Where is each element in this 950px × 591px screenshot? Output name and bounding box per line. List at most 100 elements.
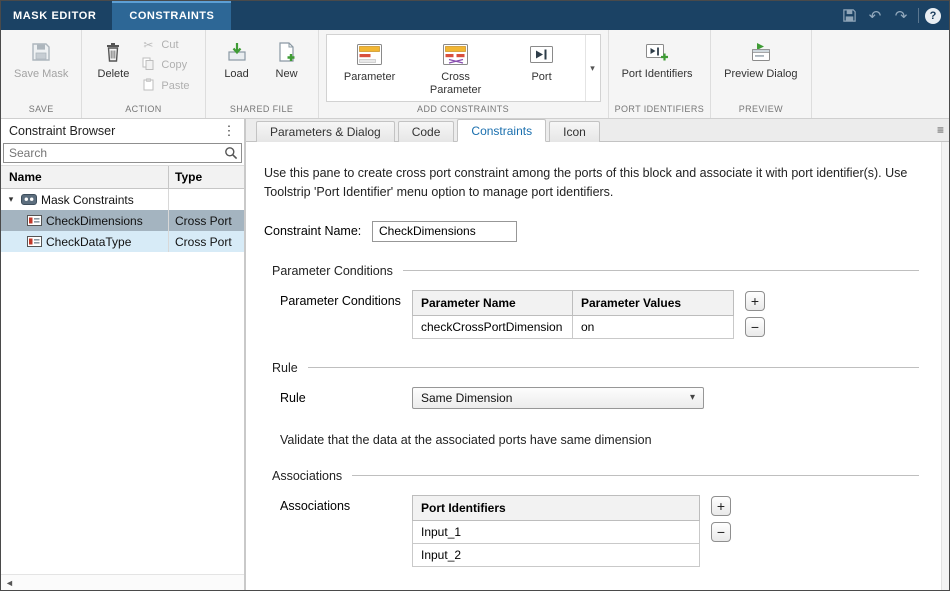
port-identifier-cell[interactable]: Input_1 [413, 520, 700, 543]
clipboard-buttons: ✂ Cut Copy Paste [139, 34, 197, 95]
tree-row-type: Cross Port [168, 231, 244, 252]
dropdown-caret-icon: ▾ [690, 392, 695, 403]
titlebar-spacer [231, 1, 836, 30]
shared-file-group-label: SHARED FILE [206, 102, 318, 118]
associations-body: Associations Port Identifiers Input_1 In… [264, 495, 919, 567]
cut-label: Cut [161, 39, 178, 51]
port-identifiers-header: Port Identifiers [413, 495, 700, 520]
parameter-conditions-table: Parameter Name Parameter Values checkCro… [412, 290, 734, 339]
toolstrip-ribbon: Save Mask SAVE Delete ✂ Cut [1, 30, 949, 119]
port-identifiers-button[interactable]: Port Identifiers [616, 34, 699, 83]
preview-dialog-icon [748, 38, 774, 65]
remove-association-button[interactable]: − [711, 522, 731, 542]
port-identifiers-icon [644, 38, 670, 65]
associations-group: Associations [272, 469, 919, 483]
rule-legend: Rule [272, 361, 308, 375]
action-group-label: ACTION [82, 102, 204, 118]
remove-parameter-condition-button[interactable]: − [745, 317, 765, 337]
save-mask-label: Save Mask [14, 68, 68, 81]
vertical-scrollbar[interactable] [941, 142, 949, 590]
parameter-conditions-group: Parameter Conditions [272, 264, 919, 278]
ribbon-group-add-constraints: Parameter Cross Parameter Port [319, 30, 609, 118]
add-parameter-constraint-button[interactable]: Parameter [327, 35, 413, 101]
editor-tabs: Parameters & Dialog Code Constraints Ico… [246, 119, 949, 142]
tab-code[interactable]: Code [398, 121, 455, 142]
app-title: MASK EDITOR [1, 1, 112, 30]
tab-constraints[interactable]: Constraints [457, 119, 546, 142]
collapse-panel-icon[interactable]: ◄ [5, 578, 14, 588]
gallery-dropdown-button[interactable]: ▾ [585, 35, 600, 101]
tab-parameters-dialog[interactable]: Parameters & Dialog [256, 121, 395, 142]
port-identifier-cell[interactable]: Input_2 [413, 543, 700, 566]
tree-row-label: CheckDataType [46, 235, 131, 249]
cut-button[interactable]: ✂ Cut [139, 37, 197, 53]
rule-dropdown[interactable]: Same Dimension ▾ [412, 387, 704, 409]
toolstrip-tab-constraints[interactable]: CONSTRAINTS [112, 1, 231, 30]
search-input[interactable] [3, 143, 242, 163]
preview-dialog-button[interactable]: Preview Dialog [718, 34, 803, 83]
constraint-name-input[interactable] [372, 221, 517, 242]
tree-row-type: Cross Port [168, 210, 244, 231]
cross-port-constraint-icon [27, 215, 42, 226]
add-constraints-gallery: Parameter Cross Parameter Port [326, 34, 601, 102]
add-port-label: Port [531, 71, 551, 84]
load-button[interactable]: Load [213, 34, 261, 83]
tree-row-label: Mask Constraints [41, 193, 134, 207]
new-button[interactable]: New [263, 34, 311, 83]
undo-icon[interactable]: ↶ [862, 1, 888, 30]
rule-group: Rule [272, 361, 919, 375]
delete-icon [104, 38, 122, 65]
mask-constraints-icon [21, 194, 37, 205]
paste-button[interactable]: Paste [139, 77, 197, 95]
port-constraint-icon [528, 41, 555, 68]
constraint-name-row: Constraint Name: [264, 221, 919, 242]
rule-label: Rule [280, 387, 412, 405]
editor-area: Parameters & Dialog Code Constraints Ico… [246, 119, 949, 590]
pane-description: Use this pane to create cross port const… [264, 164, 919, 202]
type-column-header[interactable]: Type [168, 166, 244, 188]
constraint-browser-title: Constraint Browser [9, 124, 115, 138]
association-row[interactable]: Input_1 [413, 520, 700, 543]
tree-row-mask-constraints[interactable]: ▾ Mask Constraints [1, 189, 244, 210]
preview-dialog-label: Preview Dialog [724, 68, 797, 81]
add-port-constraint-button[interactable]: Port [499, 35, 585, 101]
associations-controls: + − [711, 495, 731, 542]
rule-selected-value: Same Dimension [421, 391, 512, 405]
add-association-button[interactable]: + [711, 496, 731, 516]
mask-editor-window: MASK EDITOR CONSTRAINTS ↶ ↷ ? Save Mask … [0, 0, 950, 591]
paste-icon [141, 78, 155, 94]
help-icon[interactable]: ? [925, 8, 941, 24]
titlebar: MASK EDITOR CONSTRAINTS ↶ ↷ ? [1, 1, 949, 30]
add-parameter-condition-button[interactable]: + [745, 291, 765, 311]
titlebar-divider [918, 8, 919, 23]
save-mask-button[interactable]: Save Mask [8, 34, 74, 83]
port-identifiers-label: Port Identifiers [622, 68, 693, 81]
browser-menu-icon[interactable]: ⋮ [222, 123, 236, 139]
ribbon-group-save: Save Mask SAVE [1, 30, 82, 118]
redo-icon[interactable]: ↷ [888, 1, 914, 30]
tab-icon[interactable]: Icon [549, 121, 600, 142]
parameter-name-header: Parameter Name [413, 290, 573, 315]
name-column-header[interactable]: Name [1, 166, 168, 188]
tab-overflow-icon[interactable]: ≡ [937, 123, 944, 137]
association-row[interactable]: Input_2 [413, 543, 700, 566]
tree-caret-icon[interactable]: ▾ [5, 194, 17, 205]
add-cross-parameter-constraint-button[interactable]: Cross Parameter [413, 35, 499, 101]
search-icon[interactable] [224, 146, 238, 165]
cross-port-constraint-icon [27, 236, 42, 247]
tree-row-checkdatatype[interactable]: CheckDataType Cross Port [1, 231, 244, 252]
quick-save-icon[interactable] [836, 1, 862, 30]
constraint-tree: ▾ Mask Constraints CheckDimens [1, 189, 244, 574]
constraint-browser-header: Constraint Browser ⋮ [1, 119, 244, 142]
delete-button[interactable]: Delete [89, 34, 137, 83]
parameter-name-cell[interactable]: checkCrossPortDimension [413, 315, 573, 338]
cut-icon: ✂ [141, 38, 155, 52]
tree-row-checkdimensions[interactable]: CheckDimensions Cross Port [1, 210, 244, 231]
constraint-browser-panel: Constraint Browser ⋮ Name Type ▾ [1, 119, 246, 590]
copy-button[interactable]: Copy [139, 56, 197, 74]
constraints-pane: Use this pane to create cross port const… [246, 142, 949, 590]
parameter-value-cell[interactable]: on [573, 315, 734, 338]
parameter-condition-row[interactable]: checkCrossPortDimension on [413, 315, 734, 338]
paste-label: Paste [161, 80, 189, 92]
port-identifiers-group-label: PORT IDENTIFIERS [609, 102, 711, 118]
